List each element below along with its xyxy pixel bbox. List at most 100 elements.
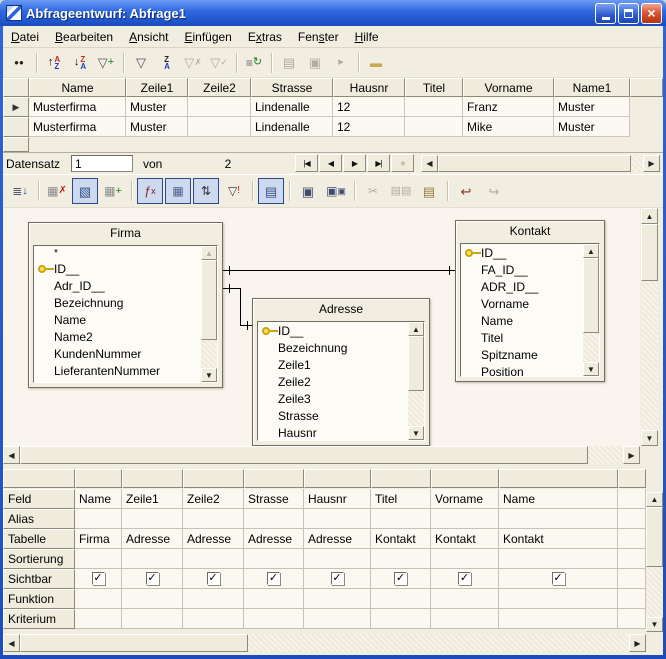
qg-column-header[interactable] — [183, 469, 244, 488]
find-button[interactable]: ●● — [7, 51, 31, 75]
first-record-button[interactable]: |◀ — [295, 154, 318, 172]
field-name2[interactable]: Name2 — [34, 328, 217, 345]
field-zeile2[interactable]: Zeile2 — [258, 373, 424, 390]
column-header-vorname[interactable]: Vorname — [463, 78, 554, 97]
result-cell[interactable] — [405, 97, 463, 117]
result-cell[interactable] — [188, 117, 251, 137]
qg-cell-alias[interactable] — [499, 509, 618, 529]
table-title-adresse[interactable]: Adresse — [253, 299, 429, 319]
qg-column-header[interactable] — [431, 469, 499, 488]
sichtbar-checkbox[interactable]: ✓ — [394, 572, 407, 585]
sichtbar-checkbox[interactable]: ✓ — [552, 572, 565, 585]
sichtbar-checkbox[interactable]: ✓ — [331, 572, 344, 585]
scroll-thumb[interactable] — [20, 446, 588, 464]
qg-cell-sortierung[interactable] — [371, 549, 431, 569]
field-faid[interactable]: FA_ID__ — [461, 261, 599, 278]
qg-cell-kriterium[interactable] — [499, 609, 618, 629]
qg-cell-feld[interactable]: Titel — [371, 489, 431, 509]
qg-cell-funktion[interactable] — [244, 589, 304, 609]
qg-column-header[interactable] — [304, 469, 371, 488]
field-zeile1[interactable]: Zeile1 — [258, 356, 424, 373]
qg-cell-feld[interactable]: Name — [499, 489, 618, 509]
qg-cell-sichtbar[interactable]: ✓ — [371, 569, 431, 589]
qg-cell-alias[interactable] — [122, 509, 183, 529]
edit-form-button[interactable]: ▤ — [277, 51, 301, 75]
qg-cell-alias[interactable] — [75, 509, 122, 529]
qg-cell-funktion[interactable] — [75, 589, 122, 609]
qg-cell-kriterium[interactable] — [183, 609, 244, 629]
filter-add-button[interactable]: ▽+ — [94, 51, 118, 75]
add-table-button[interactable]: ▦+ — [100, 178, 126, 204]
qg-cell-tabelle[interactable]: Adresse — [244, 529, 304, 549]
qg-cell-feld[interactable]: Zeile1 — [122, 489, 183, 509]
result-cell[interactable]: Lindenalle — [251, 97, 333, 117]
row-selector[interactable] — [3, 117, 29, 137]
table-scrollbar[interactable]: ▲▼ — [408, 322, 424, 440]
title-bar[interactable]: Abfrageentwurf: Abfrage1 × — [0, 0, 666, 26]
qg-cell-tabelle[interactable]: Kontakt — [431, 529, 499, 549]
refresh-data-button[interactable]: ≡↻ — [242, 51, 266, 75]
field-id[interactable]: ID__ — [461, 244, 599, 261]
paste-button[interactable]: ▤ — [416, 178, 442, 204]
qg-cell-alias[interactable] — [183, 509, 244, 529]
scroll-thumb[interactable] — [583, 258, 599, 333]
scroll-button[interactable]: ▲ — [641, 208, 658, 224]
qg-cell-alias[interactable] — [431, 509, 499, 529]
field-spitzname[interactable]: Spitzname — [461, 346, 599, 363]
field-name[interactable]: Name — [461, 312, 599, 329]
join-line-firma-adresse[interactable] — [240, 288, 241, 326]
scroll-button[interactable]: ▶ — [629, 634, 646, 652]
design-vscrollbar[interactable]: ▲▼ — [641, 208, 658, 446]
qg-column-header[interactable] — [499, 469, 618, 488]
qg-cell-alias[interactable] — [371, 509, 431, 529]
scroll-button[interactable]: ◀ — [3, 446, 20, 464]
qg-cell-funktion[interactable] — [304, 589, 371, 609]
column-header-strasse[interactable]: Strasse — [251, 78, 333, 97]
open-button[interactable]: ▬ — [364, 51, 388, 75]
field-name[interactable]: Name — [34, 311, 217, 328]
save-record-button[interactable]: ▣ — [303, 51, 327, 75]
join-line-firma-adresse[interactable] — [240, 325, 252, 326]
qg-column-header[interactable] — [371, 469, 431, 488]
qg-cell-funktion[interactable] — [183, 589, 244, 609]
qg-cell-sortierung[interactable] — [75, 549, 122, 569]
qg-cell-kriterium[interactable] — [122, 609, 183, 629]
field-vorname[interactable]: Vorname — [461, 295, 599, 312]
result-cell[interactable]: 12 — [333, 117, 405, 137]
scroll-button[interactable]: ▼ — [201, 368, 217, 382]
qg-cell-sortierung[interactable] — [499, 549, 618, 569]
menu-item-extras[interactable]: Extras — [240, 27, 290, 47]
result-cell[interactable]: Musterfirma — [29, 97, 126, 117]
sort-za-button[interactable]: ZA — [155, 51, 179, 75]
result-cell[interactable]: Muster — [554, 117, 630, 137]
save-button[interactable]: ▣ — [295, 178, 321, 204]
column-header-zeile1[interactable]: Zeile1 — [126, 78, 188, 97]
qg-cell-sichtbar[interactable]: ✓ — [499, 569, 618, 589]
field-id[interactable]: ID__ — [34, 260, 217, 277]
column-header-titel[interactable]: Titel — [405, 78, 463, 97]
menu-item-bearbeiten[interactable]: Bearbeiten — [47, 27, 121, 47]
qg-cell-sichtbar[interactable]: ✓ — [431, 569, 499, 589]
scroll-button[interactable]: ◀ — [3, 634, 20, 652]
sichtbar-checkbox[interactable]: ✓ — [92, 572, 105, 585]
result-cell[interactable]: Muster — [126, 117, 188, 137]
qg-cell-kriterium[interactable] — [244, 609, 304, 629]
field-bezeichnung[interactable]: Bezeichnung — [34, 294, 217, 311]
qg-cell-sichtbar[interactable]: ✓ — [304, 569, 371, 589]
datasource-button[interactable]: ≣↓ — [7, 178, 33, 204]
filter-apply-button[interactable]: ▽✓ — [207, 51, 231, 75]
qg-cell-sichtbar[interactable]: ✓ — [75, 569, 122, 589]
edit-record-button[interactable]: ▤ — [258, 178, 284, 204]
result-cell[interactable] — [405, 117, 463, 137]
qg-cell-funktion[interactable] — [122, 589, 183, 609]
sort-ascending-button[interactable]: ↑AZ — [42, 51, 66, 75]
scroll-button[interactable]: ▼ — [646, 617, 663, 632]
scroll-button[interactable]: ▼ — [408, 426, 424, 440]
menu-item-datei[interactable]: Datei — [3, 27, 47, 47]
result-cell[interactable]: Lindenalle — [251, 117, 333, 137]
qg-header-corner[interactable] — [3, 469, 75, 488]
goto-record-button[interactable]: ▸ — [329, 51, 353, 75]
scroll-button[interactable]: ▼ — [641, 430, 658, 446]
menu-item-hilfe[interactable]: Hilfe — [347, 27, 387, 47]
qg-cell-tabelle[interactable]: Adresse — [122, 529, 183, 549]
